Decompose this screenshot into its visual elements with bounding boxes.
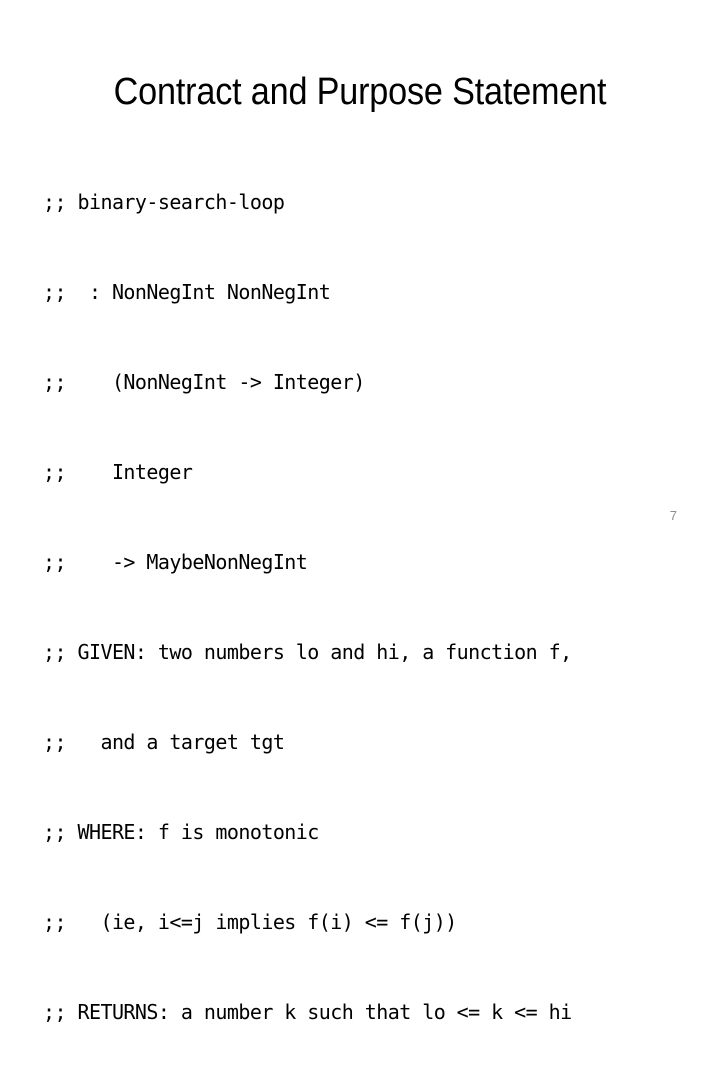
code-line: ;; binary-search-loop xyxy=(43,190,285,214)
code-line: ;; WHERE: f is monotonic xyxy=(43,820,319,844)
page-number: 7 xyxy=(669,508,677,523)
code-line: ;; (ie, i<=j implies f(i) <= f(j)) xyxy=(43,910,457,934)
code-line: ;; RETURNS: a number k such that lo <= k… xyxy=(43,1000,572,1024)
contract-code-block: ;; binary-search-loop ;; : NonNegInt Non… xyxy=(43,127,703,1080)
code-line: ;; Integer xyxy=(43,460,193,484)
code-line: ;; -> MaybeNonNegInt xyxy=(43,550,308,574)
slide-canvas: Contract and Purpose Statement ;; binary… xyxy=(0,0,720,1024)
page-title: Contract and Purpose Statement xyxy=(113,71,607,114)
code-line: ;; GIVEN: two numbers lo and hi, a funct… xyxy=(43,640,572,664)
code-line: ;; and a target tgt xyxy=(43,730,285,754)
code-line: ;; : NonNegInt NonNegInt xyxy=(43,280,331,304)
code-line: ;; (NonNegInt -> Integer) xyxy=(43,370,365,394)
